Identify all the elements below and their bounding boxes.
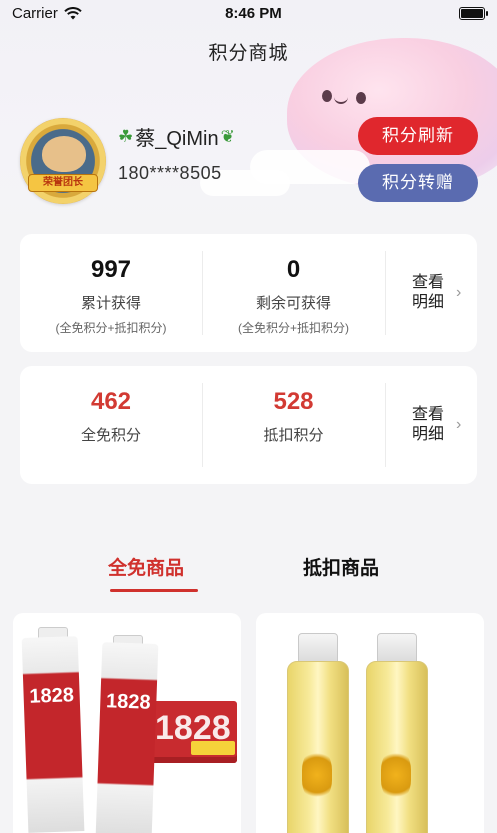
chevron-right-icon: › [456,284,462,301]
view-details-label: 查看明细 [412,274,445,311]
tab-free-products[interactable]: 全免商品 [108,553,184,580]
box-tag [191,741,235,755]
username: ☘ 蔡_QiMin ❦ [118,122,235,151]
total-earned-value: 997 [90,256,132,283]
mascot-eye [322,90,332,102]
deduct-points-value: 528 [273,388,314,415]
battery-icon [458,6,488,20]
mascot-eye [356,92,366,104]
divider [385,383,386,467]
free-points-value: 462 [90,388,132,415]
status-left: Carrier [12,5,82,22]
total-earned-label: 累计获得 [80,295,141,312]
shampoo-bottle-image [287,661,349,833]
deduct-points-cell: 528 抵扣积分 [202,366,385,484]
carrier-label: Carrier [12,4,58,22]
status-bar: Carrier 8:46 PM [0,0,497,26]
points-balance-card: 462 全免积分 528 抵扣积分 查看明细 › [20,366,477,484]
tube-brand-text: 1828 [105,690,151,714]
transfer-points-button[interactable]: 积分转赠 [358,164,478,202]
avatar[interactable]: 荣誉团长 [20,118,106,204]
shampoo-bottle-image [366,661,428,833]
active-tab-indicator [110,589,198,592]
bottle-decoration [302,750,332,800]
remaining-note: (全免积分+抵扣积分) [237,321,349,335]
remaining-value: 0 [286,256,301,283]
refresh-points-button[interactable]: 积分刷新 [358,117,478,155]
clover-icon: ☘ [118,126,134,146]
bottle-decoration [381,750,411,800]
leaf-icon: ❦ [220,126,235,146]
free-points-label: 全免积分 [80,427,141,444]
tab-deduct-products[interactable]: 抵扣商品 [303,553,379,580]
username-text: 蔡_QiMin [135,128,219,150]
view-summary-details-button[interactable]: 查看明细 › [406,234,477,352]
remaining-cell: 0 剩余可获得 (全免积分+抵扣积分) [202,234,385,352]
total-earned-note: (全免积分+抵扣积分) [55,321,167,335]
remaining-label: 剩余可获得 [255,295,331,312]
view-details-label: 查看明细 [412,406,445,443]
total-earned-cell: 997 累计获得 (全免积分+抵扣积分) [20,234,202,352]
product-card-shampoo[interactable] [256,613,484,833]
product-card-toothpaste[interactable]: 1828 1828 1828 [13,613,241,833]
points-mall-screen: Carrier 8:46 PM 积分商城 荣誉团长 ☘ 蔡_QiMin ❦ 18… [0,0,497,833]
tube-brand-text: 1828 [29,684,75,708]
chevron-right-icon: › [456,416,462,433]
toothpaste-tube-image: 1828 [95,642,159,833]
wifi-icon [64,6,82,19]
divider [385,251,386,335]
phone-number: 180****8505 [118,163,222,183]
status-time: 8:46 PM [225,4,282,22]
honor-badge: 荣誉团长 [28,174,98,192]
avatar-character [42,136,86,172]
page-title: 积分商城 [208,43,289,64]
points-summary-card: 997 累计获得 (全免积分+抵扣积分) 0 剩余可获得 (全免积分+抵扣积分)… [20,234,477,352]
free-points-cell: 462 全免积分 [20,366,202,484]
deduct-points-label: 抵扣积分 [263,427,324,444]
status-right [425,6,488,20]
view-points-details-button[interactable]: 查看明细 › [406,366,477,484]
toothpaste-tube-image: 1828 [21,636,85,833]
